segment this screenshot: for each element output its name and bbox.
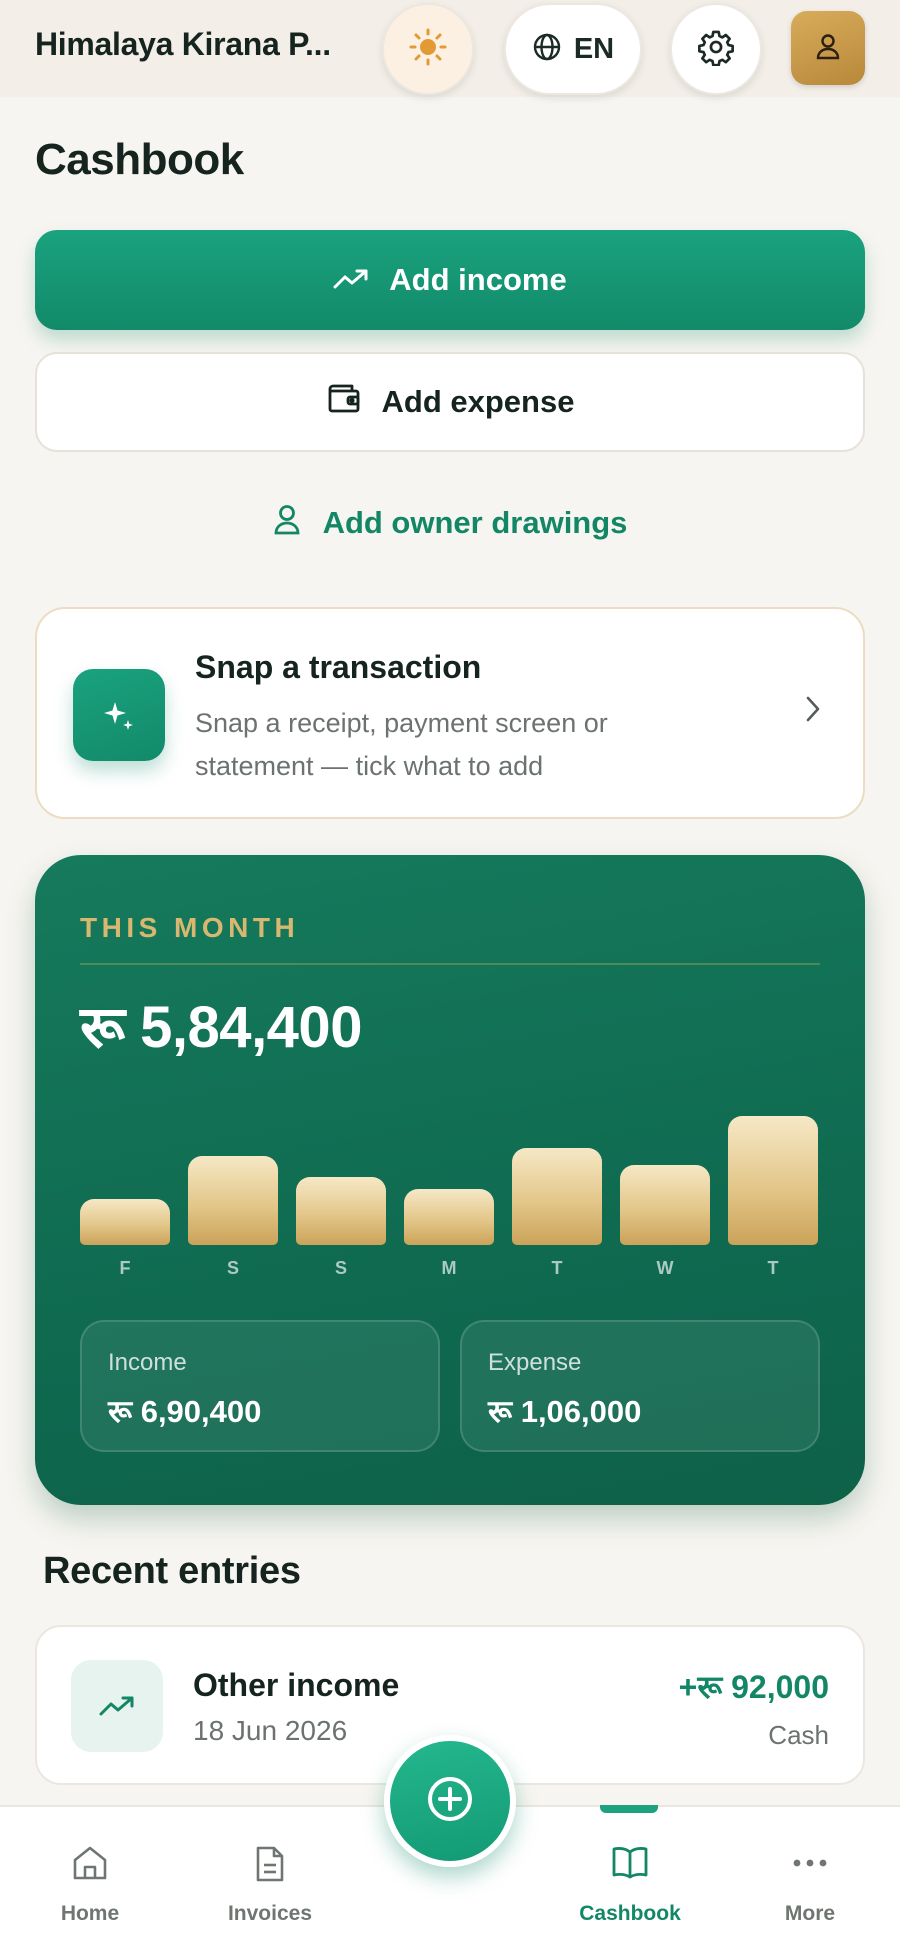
- chart-bar: [296, 1177, 386, 1245]
- chart-bar: [404, 1189, 494, 1245]
- wallet-icon: [326, 382, 362, 422]
- entry-payment-method: Cash: [768, 1720, 829, 1750]
- quick-add-button[interactable]: [384, 1735, 516, 1867]
- snap-title: Snap a transaction: [195, 649, 482, 685]
- language-button[interactable]: EN: [504, 3, 642, 95]
- expense-summary: Expense रू 1,06,000: [460, 1320, 820, 1452]
- nav-label-invoices: Invoices: [227, 1902, 313, 1925]
- chart-bar: [512, 1148, 602, 1245]
- book-icon: [611, 1845, 649, 1884]
- settings-button[interactable]: [670, 3, 762, 95]
- add-owner-drawings-button[interactable]: Add owner drawings: [35, 478, 865, 568]
- add-income-label: Add income: [389, 262, 567, 297]
- chart-bar: [188, 1156, 278, 1245]
- nav-label-more: More: [784, 1902, 836, 1925]
- chevron-right-icon: [805, 695, 821, 728]
- entry-date: 18 Jun 2026: [193, 1715, 348, 1746]
- profile-button[interactable]: [791, 11, 865, 85]
- weekly-bar-chart: [80, 1095, 820, 1245]
- home-icon: [71, 1845, 109, 1886]
- gear-icon: [697, 28, 735, 71]
- nav-item-more[interactable]: More: [730, 1807, 890, 1949]
- chart-day-label: S: [226, 1258, 239, 1278]
- more-dots-icon: [791, 1845, 829, 1886]
- income-value: रू 6,90,400: [108, 1394, 262, 1429]
- app-header: Himalaya Kirana P... EN: [0, 0, 900, 97]
- chart-bar: [620, 1165, 710, 1245]
- language-code: EN: [573, 32, 615, 65]
- snap-subtitle: Snap a receipt, payment screen or statem…: [195, 708, 608, 781]
- chart-day-label: M: [441, 1258, 457, 1278]
- chart-bar: [728, 1116, 818, 1245]
- month-net-total: रू 5,84,400: [80, 995, 362, 1060]
- month-label: THIS MONTH: [80, 912, 300, 943]
- chart-day-label: W: [656, 1258, 674, 1278]
- divider: [80, 963, 820, 965]
- chart-day-label: T: [551, 1258, 563, 1278]
- entry-amount: +रू 92,000: [678, 1669, 829, 1705]
- sun-icon: [409, 28, 447, 71]
- add-owner-drawings-label: Add owner drawings: [322, 505, 628, 540]
- add-expense-label: Add expense: [381, 384, 575, 419]
- theme-toggle-button[interactable]: [382, 3, 474, 95]
- recent-entries-title: Recent entries: [43, 1550, 301, 1592]
- trending-up-icon: [71, 1660, 163, 1752]
- globe-icon: [532, 32, 562, 67]
- chart-day-label: F: [119, 1258, 131, 1278]
- expense-label: Expense: [488, 1349, 582, 1376]
- chart-bar: [80, 1199, 170, 1245]
- nav-item-home[interactable]: Home: [10, 1807, 170, 1949]
- snap-transaction-card[interactable]: Snap a transaction Snap a receipt, payme…: [35, 607, 865, 819]
- chart-day-label: T: [767, 1258, 779, 1278]
- user-icon: [273, 503, 301, 543]
- chart-day-label: S: [334, 1258, 347, 1278]
- user-icon: [813, 31, 843, 66]
- income-label: Income: [108, 1349, 187, 1376]
- entry-title: Other income: [193, 1667, 400, 1703]
- add-income-button[interactable]: Add income: [35, 230, 865, 330]
- trending-up-icon: [333, 262, 369, 298]
- this-month-card: THIS MONTH रू 5,84,400 F S S M T W T Income रू…: [35, 855, 865, 1505]
- nav-label-home: Home: [60, 1902, 120, 1925]
- nav-label-cashbook: Cashbook: [579, 1902, 681, 1925]
- nav-item-invoices[interactable]: Invoices: [190, 1807, 350, 1949]
- nav-item-cashbook[interactable]: Cashbook: [550, 1807, 710, 1949]
- sparkle-icon: [73, 669, 165, 761]
- document-icon: [254, 1845, 286, 1888]
- shop-name[interactable]: Himalaya Kirana P...: [35, 26, 331, 63]
- plus-circle-icon: [426, 1775, 474, 1828]
- add-expense-button[interactable]: Add expense: [35, 352, 865, 452]
- expense-value: रू 1,06,000: [488, 1394, 642, 1429]
- income-summary: Income रू 6,90,400: [80, 1320, 440, 1452]
- page-title: Cashbook: [35, 135, 244, 184]
